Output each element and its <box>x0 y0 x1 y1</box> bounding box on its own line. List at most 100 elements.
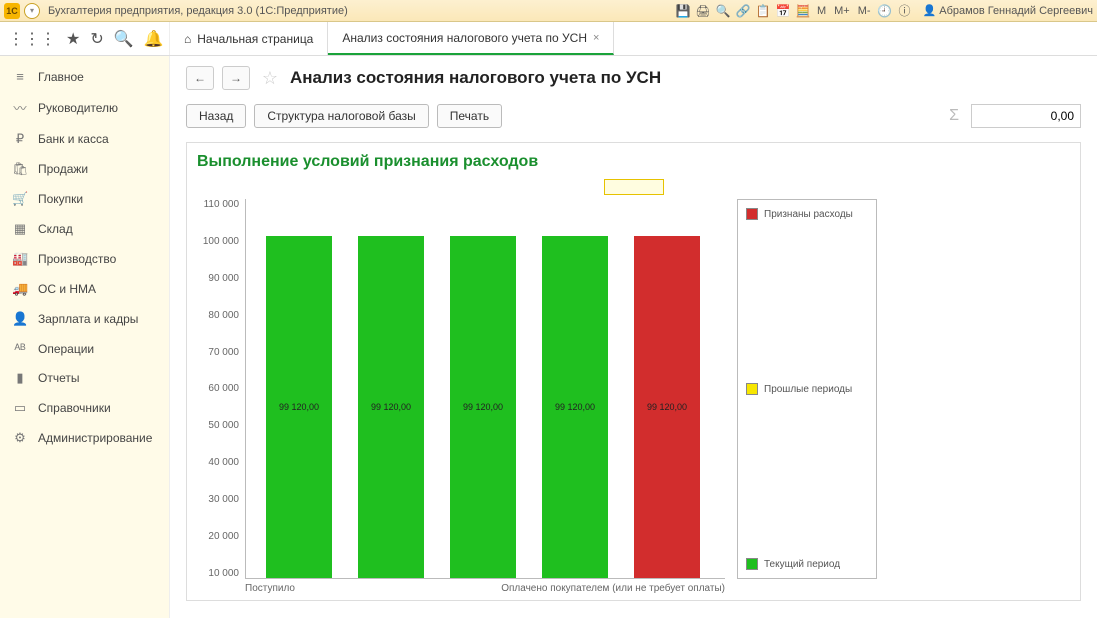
y-tick: 70 000 <box>208 347 239 358</box>
tab-home-label: Начальная страница <box>197 32 313 46</box>
chart-bar-0[interactable]: 99 120,00 <box>266 236 332 578</box>
sidebar-icon: ₽ <box>12 131 28 147</box>
tab-analysis-label: Анализ состояния налогового учета по УСН <box>342 31 587 45</box>
legend-swatch <box>746 208 758 220</box>
y-tick: 90 000 <box>208 273 239 284</box>
legend-item-1: Прошлые периоды <box>746 383 868 395</box>
title-bar: 1C ▾ Бухгалтерия предприятия, редакция 3… <box>0 0 1097 22</box>
legend-swatch <box>746 558 758 570</box>
sidebar-item-9[interactable]: ᴬᴮОперации <box>0 334 169 363</box>
sidebar-item-label: Производство <box>38 252 116 266</box>
bell-icon[interactable]: 🔔 <box>144 29 164 49</box>
preview-icon[interactable]: 🔍 <box>715 3 731 19</box>
page-header: ← → ☆ Анализ состояния налогового учета … <box>186 66 1081 90</box>
memory-mminus[interactable]: M- <box>856 5 873 17</box>
user-icon: 👤 <box>923 4 937 17</box>
nav-forward-button[interactable]: → <box>222 66 250 90</box>
sidebar-item-7[interactable]: 🚚ОС и НМА <box>0 274 169 304</box>
sidebar-item-6[interactable]: 🏭Производство <box>0 244 169 274</box>
memory-mplus[interactable]: M+ <box>832 5 852 17</box>
chart-title: Выполнение условий признания расходов <box>197 153 1070 171</box>
sidebar-item-label: Склад <box>38 222 73 236</box>
sidebar-item-2[interactable]: ₽ Банк и касса <box>0 124 169 154</box>
tab-analysis[interactable]: Анализ состояния налогового учета по УСН… <box>328 22 614 55</box>
y-tick: 10 000 <box>208 568 239 579</box>
sigma-icon: Σ <box>949 107 959 125</box>
sidebar-icon: 🛒 <box>12 191 28 207</box>
back-button[interactable]: Назад <box>186 104 246 128</box>
y-tick: 40 000 <box>208 457 239 468</box>
chart-bar-1[interactable]: 99 120,00 <box>358 236 424 578</box>
y-tick: 50 000 <box>208 420 239 431</box>
memory-m[interactable]: M <box>815 5 828 17</box>
tabs: ⌂ Начальная страница Анализ состояния на… <box>170 22 614 55</box>
titlebar-icons: 💾 🖨 🔍 🔗 📋 📅 🧮 M M+ M- 🕘 ⓘ 👤 Абрамов Генн… <box>675 3 1093 19</box>
chart-legend: Признаны расходы Прошлые периоды Текущий п… <box>737 199 877 579</box>
favorite-icon[interactable]: ☆ <box>258 66 282 90</box>
app-logo-icon: 1C <box>4 3 20 19</box>
sidebar-item-5[interactable]: ▦Склад <box>0 214 169 244</box>
sidebar-item-label: Администрирование <box>38 431 152 445</box>
legend-item-0: Признаны расходы <box>746 208 868 220</box>
clock-icon[interactable]: 🕘 <box>877 3 893 19</box>
y-axis: 110 000100 00090 00080 00070 00060 00050… <box>197 199 245 579</box>
y-tick: 20 000 <box>208 531 239 542</box>
chart-bar-3[interactable]: 99 120,00 <box>542 236 608 578</box>
toolbar-left: ⋮⋮⋮ ★ ↻ 🔍 🔔 <box>0 22 170 55</box>
legend-item-2: Текущий период <box>746 558 868 570</box>
home-icon: ⌂ <box>184 32 191 46</box>
chart-panel: Выполнение условий признания расходов 11… <box>186 142 1081 601</box>
sidebar-icon: ▭ <box>12 400 28 416</box>
sidebar-item-10[interactable]: ▮Отчеты <box>0 363 169 393</box>
sidebar-item-4[interactable]: 🛒 Покупки <box>0 184 169 214</box>
sidebar-item-8[interactable]: 👤Зарплата и кадры <box>0 304 169 334</box>
page-title: Анализ состояния налогового учета по УСН <box>290 68 661 88</box>
print-button[interactable]: Печать <box>437 104 502 128</box>
x-axis-labels: Поступило Оплачено покупателем (или не т… <box>245 579 725 594</box>
info-icon[interactable]: ⓘ <box>897 3 913 19</box>
dropdown-icon[interactable]: ▾ <box>24 3 40 19</box>
history-icon[interactable]: ↻ <box>90 29 103 49</box>
y-tick: 60 000 <box>208 383 239 394</box>
content: ← → ☆ Анализ состояния налогового учета … <box>170 56 1097 618</box>
save-icon[interactable]: 💾 <box>675 3 691 19</box>
legend-swatch <box>746 383 758 395</box>
legend-label: Признаны расходы <box>764 209 853 220</box>
apps-icon[interactable]: ⋮⋮⋮ <box>8 29 56 49</box>
bar-value-label: 99 120,00 <box>555 402 595 412</box>
y-tick: 100 000 <box>203 236 239 247</box>
calc-icon[interactable]: 🧮 <box>795 3 811 19</box>
sidebar-item-label: Зарплата и кадры <box>38 312 138 326</box>
sidebar-item-12[interactable]: ⚙ Администрирование <box>0 423 169 453</box>
sidebar-item-label: Банк и касса <box>38 132 109 146</box>
sum-field[interactable] <box>971 104 1081 128</box>
sidebar-item-3[interactable]: 🛍Продажи <box>0 154 169 184</box>
sidebar: ≡Главное〰Руководителю ₽ Банк и касса 🛍Прода… <box>0 56 170 618</box>
link-icon[interactable]: 🔗 <box>735 3 751 19</box>
sidebar-icon: 〰 <box>12 98 28 117</box>
y-tick: 110 000 <box>204 199 239 210</box>
bar-value-label: 99 120,00 <box>371 402 411 412</box>
sidebar-item-label: Покупки <box>38 192 83 206</box>
calendar-icon[interactable]: 📅 <box>775 3 791 19</box>
chart-bar-4[interactable]: 99 120,00 <box>634 236 700 578</box>
sidebar-icon: ▮ <box>12 370 28 386</box>
sidebar-icon: ⚙ <box>12 430 28 446</box>
chart-plot[interactable]: 99 120,00 99 120,00 99 120,00 99 120,00 99 1… <box>245 199 725 579</box>
sidebar-item-0[interactable]: ≡Главное <box>0 62 169 91</box>
user-label[interactable]: 👤 Абрамов Геннадий Сергеевич <box>923 4 1093 17</box>
search-icon[interactable]: 🔍 <box>114 29 134 49</box>
star-icon[interactable]: ★ <box>66 29 80 49</box>
sidebar-item-1[interactable]: 〰Руководителю <box>0 91 169 124</box>
sidebar-item-11[interactable]: ▭Справочники <box>0 393 169 423</box>
clipboard-icon[interactable]: 📋 <box>755 3 771 19</box>
sidebar-item-label: Продажи <box>38 162 88 176</box>
nav-back-button[interactable]: ← <box>186 66 214 90</box>
structure-button[interactable]: Структура налоговой базы <box>254 104 428 128</box>
tab-home[interactable]: ⌂ Начальная страница <box>170 22 328 55</box>
x-label-right: Оплачено покупателем (или не требует опл… <box>435 583 725 594</box>
sidebar-item-label: Операции <box>38 342 94 356</box>
close-icon[interactable]: × <box>593 32 599 44</box>
chart-bar-2[interactable]: 99 120,00 <box>450 236 516 578</box>
print-icon[interactable]: 🖨 <box>695 3 711 19</box>
